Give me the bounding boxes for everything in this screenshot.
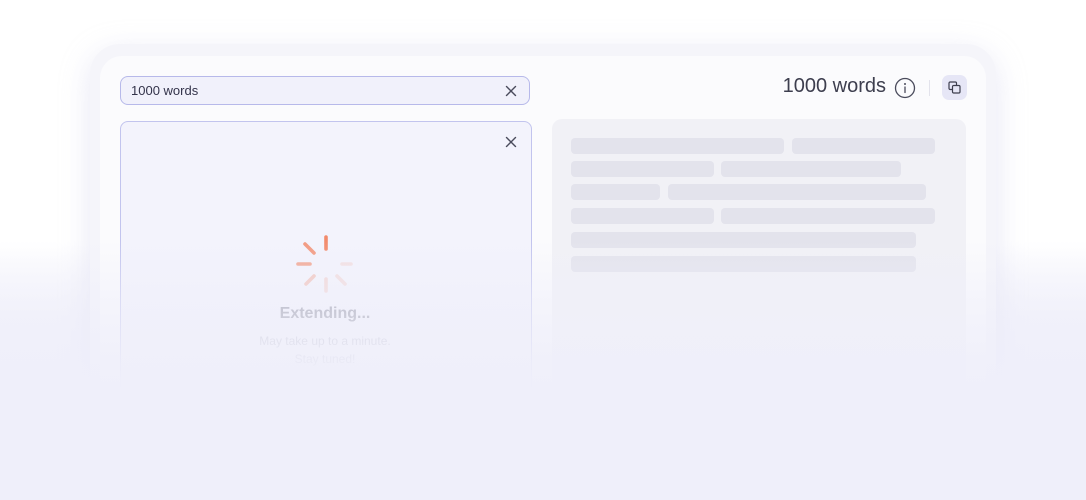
skeleton-line (571, 208, 714, 224)
loading-title: Extending... (279, 305, 371, 322)
close-icon[interactable] (505, 85, 517, 97)
loading-spinner-icon (296, 234, 354, 294)
skeleton-line (571, 232, 916, 248)
skeleton-line (571, 161, 714, 177)
skeleton-line (721, 208, 935, 224)
toolbar-divider (929, 80, 930, 96)
loading-subtitle-2: Stay tuned! (294, 352, 356, 366)
output-word-count: 1000 words (782, 75, 886, 97)
loading-subtitle: May take up to a minute. (259, 334, 391, 348)
copy-button[interactable] (942, 75, 967, 100)
close-icon[interactable] (505, 136, 517, 148)
word-count-input[interactable]: 1000 words (120, 76, 530, 105)
skeleton-line (721, 161, 901, 177)
info-icon[interactable] (894, 77, 916, 99)
word-count-input-value: 1000 words (131, 83, 199, 98)
skeleton-line (571, 184, 660, 200)
skeleton-line (668, 184, 926, 200)
skeleton-line (571, 256, 916, 272)
skeleton-line (792, 138, 935, 154)
copy-icon (948, 81, 961, 94)
skeleton-line (571, 138, 784, 154)
